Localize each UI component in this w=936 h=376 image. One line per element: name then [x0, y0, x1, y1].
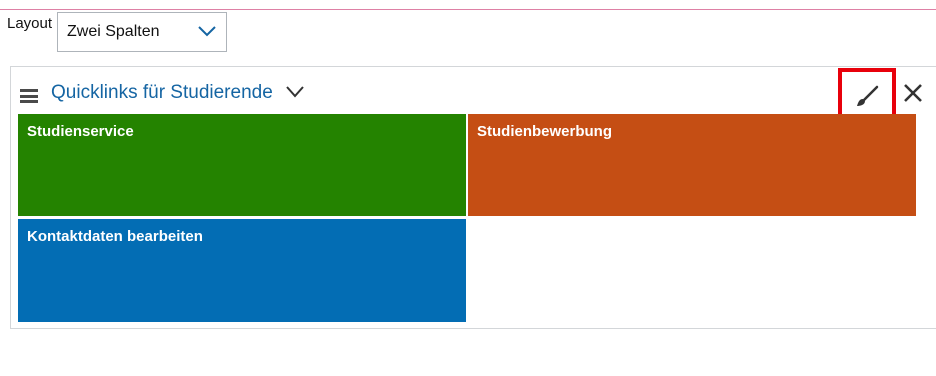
- chevron-down-icon[interactable]: [285, 85, 305, 99]
- layout-label: Layout: [7, 15, 53, 32]
- tile-studienservice[interactable]: Studienservice: [18, 114, 466, 216]
- layout-select-value: Zwei Spalten: [67, 23, 160, 40]
- tile-kontaktdaten-bearbeiten[interactable]: Kontaktdaten bearbeiten: [18, 219, 466, 322]
- close-icon[interactable]: [902, 82, 924, 104]
- widget-title[interactable]: Quicklinks für Studierende: [51, 82, 273, 104]
- quicklinks-widget: Quicklinks für Studierende Studienservic…: [10, 66, 936, 329]
- paintbrush-icon: [857, 85, 879, 106]
- tile-studienbewerbung[interactable]: Studienbewerbung: [468, 114, 916, 216]
- top-divider: [0, 9, 936, 10]
- layout-select[interactable]: Zwei Spalten: [57, 12, 227, 52]
- hamburger-icon[interactable]: [20, 89, 38, 103]
- chevron-down-icon: [198, 26, 216, 37]
